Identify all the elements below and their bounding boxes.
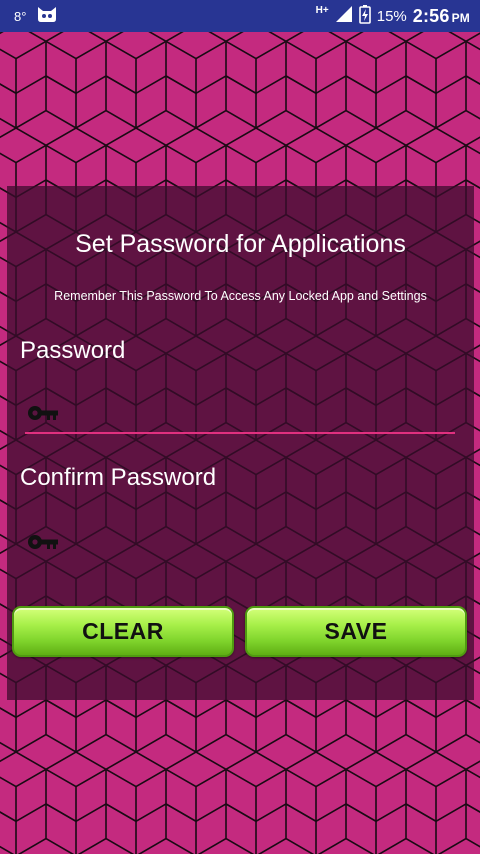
confirm-password-label: Confirm Password <box>20 464 217 491</box>
password-input[interactable] <box>59 394 455 432</box>
clock-text: 2:56 PM <box>413 6 470 27</box>
set-password-panel: Set Password for Applications Remember T… <box>7 186 474 700</box>
signal-icon <box>335 5 353 28</box>
confirm-password-field[interactable] <box>25 522 455 562</box>
cat-face-icon <box>36 5 58 28</box>
clock-time: 2:56 <box>412 5 450 26</box>
key-icon <box>28 535 58 549</box>
dialog-subtitle: Remember This Password To Access Any Loc… <box>54 289 427 303</box>
key-icon <box>28 406 58 420</box>
battery-charging-icon <box>358 4 371 29</box>
save-button[interactable]: SAVE <box>245 606 467 657</box>
password-label: Password <box>20 337 126 364</box>
clock-ampm: PM <box>451 10 470 25</box>
battery-percent-text: 15% <box>376 7 407 25</box>
confirm-password-input[interactable] <box>59 522 455 562</box>
network-type-text: H+ <box>315 4 329 16</box>
status-bar: 8° H+ 15% 2:56 PM <box>0 0 480 32</box>
password-field[interactable] <box>25 394 455 434</box>
temperature-text: 8° <box>14 8 27 24</box>
clear-button[interactable]: CLEAR <box>12 606 234 657</box>
dialog-title: Set Password for Applications <box>75 230 406 258</box>
